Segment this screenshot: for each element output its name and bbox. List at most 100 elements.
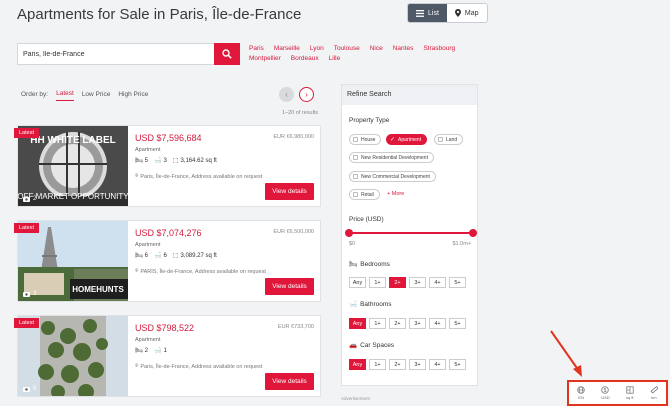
car-spaces-3-plus[interactable]: 3+ (409, 359, 426, 370)
bedrooms-2-plus[interactable]: 2+ (389, 277, 406, 288)
car-spaces-4-plus[interactable]: 4+ (429, 359, 446, 370)
checkbox-icon (353, 174, 358, 179)
property-type-house[interactable]: House (349, 134, 382, 145)
city-link-nantes[interactable]: Nantes (393, 45, 414, 52)
more-types-link[interactable]: + More (387, 191, 404, 197)
listing-photo-graphic: HH WHITE LABEL OFF MARKET OPPORTUNITY (18, 126, 128, 206)
listing-price[interactable]: USD $7,596,684 (135, 133, 202, 143)
listing-card[interactable]: Latest HOMEHUNTS 3 USD $7,074,276 EUR €6… (14, 220, 321, 302)
bathrooms-1-plus[interactable]: 1+ (369, 318, 386, 329)
car-spaces-any[interactable]: Any (349, 359, 366, 370)
car-spaces-1-plus[interactable]: 1+ (369, 359, 386, 370)
photo-count: 3 (23, 291, 36, 297)
advertisement-label: Advertisement (341, 396, 370, 401)
location-text: PARIS, Île-de-France, Address available … (140, 268, 266, 275)
chip-label: New Residential Development (361, 154, 428, 161)
car-spaces-label-text: Car Spaces (360, 341, 395, 349)
city-link-paris[interactable]: Paris (249, 45, 264, 52)
bathrooms-3-plus[interactable]: 3+ (409, 318, 426, 329)
property-type-apartment[interactable]: ✓ Apartment (386, 134, 428, 145)
location-text: Paris, Île-de-France, Address available … (140, 363, 263, 370)
camera-icon (23, 197, 30, 202)
bathrooms-2-plus[interactable]: 2+ (389, 318, 406, 329)
view-details-button[interactable]: View details (265, 183, 314, 200)
order-low-price[interactable]: Low Price (82, 91, 111, 101)
listing-specs: 🛏 2 🛁 1 (135, 347, 167, 355)
bedrooms-4-plus[interactable]: 4+ (429, 277, 446, 288)
view-details-button[interactable]: View details (265, 373, 314, 390)
bedrooms-any[interactable]: Any (349, 277, 366, 288)
baths-value: 3 (163, 157, 167, 164)
order-high-price[interactable]: High Price (118, 91, 148, 101)
property-type-new-commercial[interactable]: New Commercial Development (349, 171, 436, 182)
dollar-icon: $ (601, 386, 610, 394)
price-max-label: $1.0m+ (452, 241, 472, 247)
bath-icon: 🛁 (153, 253, 162, 259)
search-button[interactable] (214, 43, 240, 65)
svg-text:$: $ (604, 388, 607, 394)
city-link-marseille[interactable]: Marseille (274, 45, 300, 52)
listing-card[interactable]: Latest 5 USD $798,522 EUR €733,700 Apart… (14, 315, 321, 397)
listing-photo-graphic: HOMEHUNTS (18, 221, 128, 301)
bedrooms-1-plus[interactable]: 1+ (369, 277, 386, 288)
location-text: Paris, Île-de-France, Address available … (140, 173, 263, 180)
language-selector[interactable]: EN (577, 386, 585, 400)
city-link-toulouse[interactable]: Toulouse (334, 45, 360, 52)
bedrooms-5-plus[interactable]: 5+ (449, 277, 466, 288)
chevron-right-icon: › (305, 90, 308, 99)
price-slider[interactable] (345, 229, 477, 237)
map-view-button[interactable]: Map (447, 4, 487, 22)
price-slider-min-handle[interactable] (345, 229, 353, 237)
listing-type: Apartment (135, 242, 161, 248)
listing-card[interactable]: Latest HH WHITE LABEL OFF MARKET OPPORTU… (14, 125, 321, 207)
photo-count: 2 (23, 196, 36, 202)
bedrooms-3-plus[interactable]: 3+ (409, 277, 426, 288)
listing-type: Apartment (135, 337, 161, 343)
annotation-arrow-icon (550, 330, 582, 377)
listing-photo[interactable]: 5 (18, 316, 128, 396)
view-details-button[interactable]: View details (265, 278, 314, 295)
listing-photo[interactable]: HH WHITE LABEL OFF MARKET OPPORTUNITY 2 (18, 126, 128, 206)
property-type-land[interactable]: Land (434, 134, 464, 145)
baths-value: 6 (163, 252, 167, 259)
globe-icon (577, 386, 585, 394)
city-link-nice[interactable]: Nice (370, 45, 383, 52)
listing-price[interactable]: USD $7,074,276 (135, 228, 202, 238)
property-type-new-residential[interactable]: New Residential Development (349, 152, 434, 163)
price-slider-max-handle[interactable] (469, 229, 477, 237)
next-page-button[interactable]: › (299, 87, 314, 102)
car-spaces-5-plus[interactable]: 5+ (449, 359, 466, 370)
listing-photo[interactable]: HOMEHUNTS 3 (18, 221, 128, 301)
bedrooms-label-text: Bedrooms (360, 260, 390, 268)
language-label: EN (578, 395, 584, 400)
area-unit-label: sq ft (625, 395, 634, 400)
car-spaces-2-plus[interactable]: 2+ (389, 359, 406, 370)
city-link-bordeaux[interactable]: Bordeaux (291, 55, 319, 62)
bathrooms-5-plus[interactable]: 5+ (449, 318, 466, 329)
listing-eur-price: EUR €6,980,000 (273, 134, 314, 140)
listing-price[interactable]: USD $798,522 (135, 323, 194, 333)
map-view-label: Map (464, 9, 479, 17)
currency-selector[interactable]: $ USD (601, 386, 610, 400)
city-link-montpellier[interactable]: Montpellier (249, 55, 281, 62)
location-pin-icon: ⌾ (135, 268, 139, 274)
listing-eur-price: EUR €6,500,000 (273, 229, 314, 235)
beds-value: 2 (144, 347, 148, 354)
chip-label: Apartment (398, 136, 422, 143)
bathrooms-any[interactable]: Any (349, 318, 366, 329)
city-link-lyon[interactable]: Lyon (310, 45, 324, 52)
order-latest[interactable]: Latest (56, 90, 74, 101)
city-link-lille[interactable]: Lille (329, 55, 341, 62)
list-view-button[interactable]: List (408, 4, 447, 22)
property-type-retail[interactable]: Retail (349, 189, 380, 200)
search-input[interactable] (17, 43, 214, 65)
view-toggle: List Map (407, 3, 488, 23)
distance-unit-selector[interactable]: km (650, 386, 658, 400)
area-unit-selector[interactable]: sq ft (626, 386, 634, 400)
photo-count-value: 2 (33, 196, 37, 202)
bathrooms-4-plus[interactable]: 4+ (429, 318, 446, 329)
city-link-strasbourg[interactable]: Strasbourg (423, 45, 455, 52)
prev-page-button[interactable]: ‹ (279, 87, 294, 102)
list-view-label: List (428, 9, 439, 17)
beds-value: 6 (144, 252, 148, 259)
